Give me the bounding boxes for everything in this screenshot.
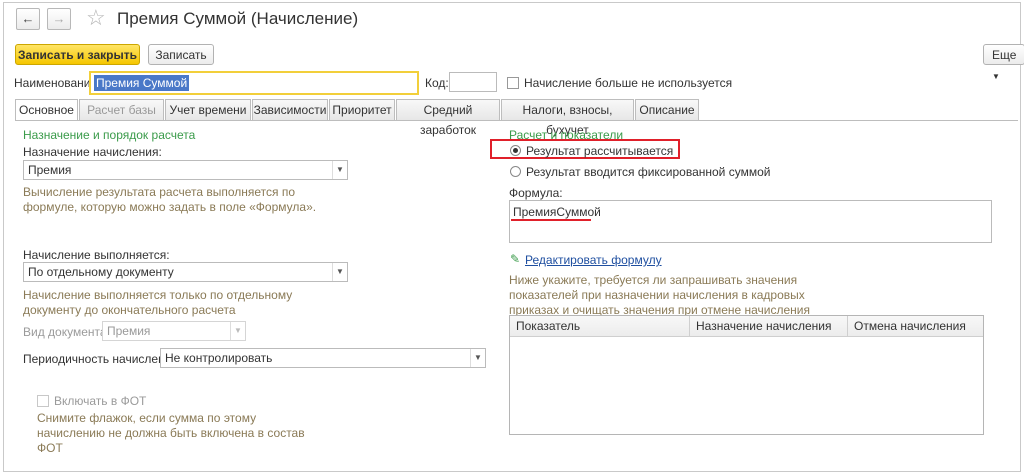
back-button[interactable]: ← [16,8,40,30]
column-header-cancellation[interactable]: Отмена начисления [848,316,983,337]
tab-dependencies[interactable]: Зависимости [252,99,328,120]
radio-fixed-label: Результат вводится фиксированной суммой [526,165,771,179]
dropdown-arrow-icon: ▼ [470,349,485,367]
periodicity-value: Не контролировать [165,351,273,365]
performed-hint: Начисление выполняется только по отдельн… [23,288,293,317]
tab-average-earnings[interactable]: Средний заработок [396,99,500,137]
dropdown-arrow-icon: ▼ [332,263,347,281]
radio-fixed[interactable] [510,166,521,177]
purpose-label: Назначение начисления: [23,145,162,159]
tab-description[interactable]: Описание [635,99,699,120]
unused-checkbox[interactable] [507,77,519,89]
code-label: Код: [425,76,449,90]
performed-value: По отдельному документу [28,265,174,279]
fot-label: Включать в ФОТ [54,394,147,408]
tab-divider [15,120,1018,121]
name-value: Премия Суммой [94,75,190,91]
formula-underline [511,219,591,221]
formula-input[interactable]: ПремияСуммой [509,200,992,243]
tab-taxes[interactable]: Налоги, взносы, бухучет [501,99,634,137]
edit-formula-link[interactable]: Редактировать формулу [525,253,662,267]
more-button[interactable]: Еще ▼ [983,44,1024,81]
radio-calculated-label: Результат рассчитывается [526,144,674,158]
save-and-close-button[interactable]: Записать и закрыть [15,44,140,65]
left-section-title: Назначение и порядок расчета [23,128,196,142]
fot-checkbox[interactable] [37,395,49,407]
chevron-down-icon: ▼ [992,72,1000,81]
performed-label: Начисление выполняется: [23,248,170,262]
fot-hint: Снимите флажок, если сумма по этому начи… [37,411,305,455]
save-button[interactable]: Записать [148,44,214,65]
unused-label: Начисление больше не используется [524,76,733,90]
window-title: Премия Суммой (Начисление) [117,9,359,28]
formula-label: Формула: [509,186,563,200]
arrow-left-icon: ← [21,11,35,26]
tab-base-calculation[interactable]: Расчет базы [79,99,164,120]
pencil-icon: ✎ [510,252,521,266]
purpose-select[interactable]: Премия ▼ [23,160,348,180]
tab-main[interactable]: Основное [15,99,78,121]
doc-type-value: Премия [107,324,151,338]
purpose-value: Премия [28,163,72,177]
purpose-hint: Вычисление результата расчета выполняетс… [23,185,317,214]
arrow-right-icon: → [52,11,66,26]
code-input[interactable] [449,72,497,92]
tab-priority[interactable]: Приоритет [329,99,395,120]
formula-value: ПремияСуммой [513,205,601,219]
radio-calculated[interactable] [510,145,521,156]
dropdown-arrow-icon: ▼ [230,322,245,340]
column-header-indicator[interactable]: Показатель [510,316,690,337]
name-label: Наименование: [14,76,101,90]
performed-select[interactable]: По отдельному документу ▼ [23,262,348,282]
name-input[interactable]: Премия Суммой [89,71,419,95]
forward-button[interactable]: → [47,8,71,30]
column-header-assignment[interactable]: Назначение начисления [690,316,848,337]
indicators-table[interactable]: Показатель Назначение начисления Отмена … [509,315,984,435]
more-label: Еще [992,48,1017,62]
doc-type-label: Вид документа: [23,325,110,339]
dropdown-arrow-icon: ▼ [332,161,347,179]
periodicity-select[interactable]: Не контролировать ▼ [160,348,486,368]
periodicity-label: Периодичность начисления: [23,352,182,366]
doc-type-select: Премия ▼ [102,321,246,341]
tab-time-accounting[interactable]: Учет времени [165,99,251,120]
indicators-hint: Ниже укажите, требуется ли запрашивать з… [509,273,811,317]
favorite-star-icon[interactable]: ☆ [86,5,106,31]
